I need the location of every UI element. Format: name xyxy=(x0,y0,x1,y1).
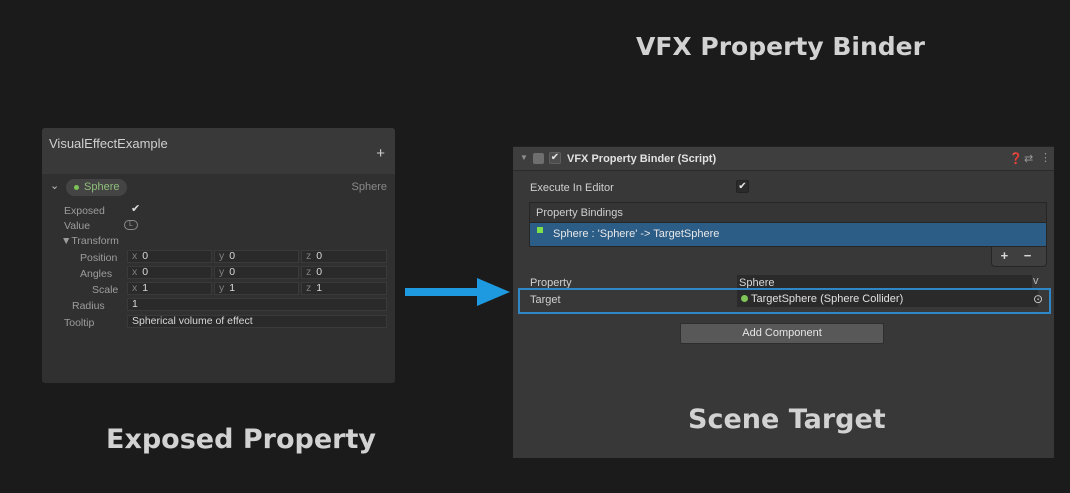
target-value: TargetSphere (Sphere Collider) xyxy=(751,293,904,305)
property-name: Sphere xyxy=(84,181,120,193)
property-dot-icon xyxy=(74,185,79,190)
left-caption: Exposed Property xyxy=(106,424,376,455)
right-caption: Scene Target xyxy=(688,404,886,435)
target-object-field[interactable]: TargetSphere (Sphere Collider) xyxy=(737,290,1038,307)
tooltip-field[interactable]: Spherical volume of effect xyxy=(127,315,387,328)
binding-color-icon xyxy=(537,227,543,233)
foldout-icon[interactable]: ▼ xyxy=(520,153,528,162)
local-space-icon[interactable]: L xyxy=(124,220,138,230)
angles-label: Angles xyxy=(80,268,113,280)
list-item[interactable]: Sphere : 'Sphere' -> TargetSphere xyxy=(530,223,1046,246)
exposed-label: Exposed xyxy=(64,205,105,217)
property-bindings-list: Property Bindings Sphere : 'Sphere' -> T… xyxy=(529,202,1047,247)
blackboard-header: VisualEffectExample + xyxy=(42,128,395,174)
chevron-down-icon[interactable]: ⌄ xyxy=(50,179,59,192)
position-x-field[interactable]: x0 xyxy=(127,250,212,263)
component-enabled-checkbox[interactable]: ✔ xyxy=(549,152,561,164)
arrow-right-icon xyxy=(405,278,510,306)
blackboard-title: VisualEffectExample xyxy=(49,136,168,151)
property-pill[interactable]: Sphere xyxy=(66,179,128,196)
blackboard-panel: VisualEffectExample + ⌄ Sphere Sphere Ex… xyxy=(42,128,395,383)
execute-in-editor-label: Execute In Editor xyxy=(530,182,614,194)
component-header[interactable]: ▼ ✔ VFX Property Binder (Script) ❓ ⇄ ⋮ xyxy=(513,147,1054,171)
angles-x-field[interactable]: x0 xyxy=(127,266,212,279)
radius-label: Radius xyxy=(72,300,105,312)
add-remove-binding-buttons[interactable]: + − xyxy=(991,247,1047,267)
preset-icon[interactable]: ⇄ xyxy=(1024,152,1033,165)
position-label: Position xyxy=(80,252,118,264)
object-picker-icon[interactable]: ⊙ xyxy=(1033,292,1043,306)
execute-in-editor-checkbox[interactable]: ✔ xyxy=(736,180,749,193)
tooltip-label: Tooltip xyxy=(64,317,95,329)
scale-z-field[interactable]: z1 xyxy=(301,282,387,295)
help-icon[interactable]: ❓ xyxy=(1009,152,1023,165)
property-type: Sphere xyxy=(351,181,387,193)
sphere-collider-icon xyxy=(741,295,748,302)
scale-x-field[interactable]: x1 xyxy=(127,282,212,295)
exposed-property-row[interactable]: ⌄ Sphere Sphere xyxy=(50,179,395,197)
page-title: VFX Property Binder xyxy=(636,32,925,61)
radius-field[interactable]: 1 xyxy=(127,298,387,311)
position-z-field[interactable]: z0 xyxy=(301,250,387,263)
dropdown-icon[interactable]: v xyxy=(1033,275,1039,287)
exposed-checkbox[interactable]: ✔ xyxy=(131,202,140,215)
position-y-field[interactable]: y0 xyxy=(214,250,299,263)
angles-z-field[interactable]: z0 xyxy=(301,266,387,279)
scale-label: Scale xyxy=(92,284,119,296)
kebab-menu-icon[interactable]: ⋮ xyxy=(1040,151,1051,164)
scale-y-field[interactable]: y1 xyxy=(214,282,299,295)
component-title: VFX Property Binder (Script) xyxy=(567,153,717,165)
add-property-button[interactable]: + xyxy=(376,145,385,162)
add-component-button[interactable]: Add Component xyxy=(680,323,884,344)
angles-y-field[interactable]: y0 xyxy=(214,266,299,279)
transform-label[interactable]: ▼Transform xyxy=(61,235,119,247)
value-label: Value xyxy=(64,220,91,232)
target-label: Target xyxy=(530,294,561,306)
property-bindings-header: Property Bindings xyxy=(530,203,1046,223)
binding-item-label: Sphere : 'Sphere' -> TargetSphere xyxy=(553,228,720,240)
script-icon xyxy=(533,153,544,164)
